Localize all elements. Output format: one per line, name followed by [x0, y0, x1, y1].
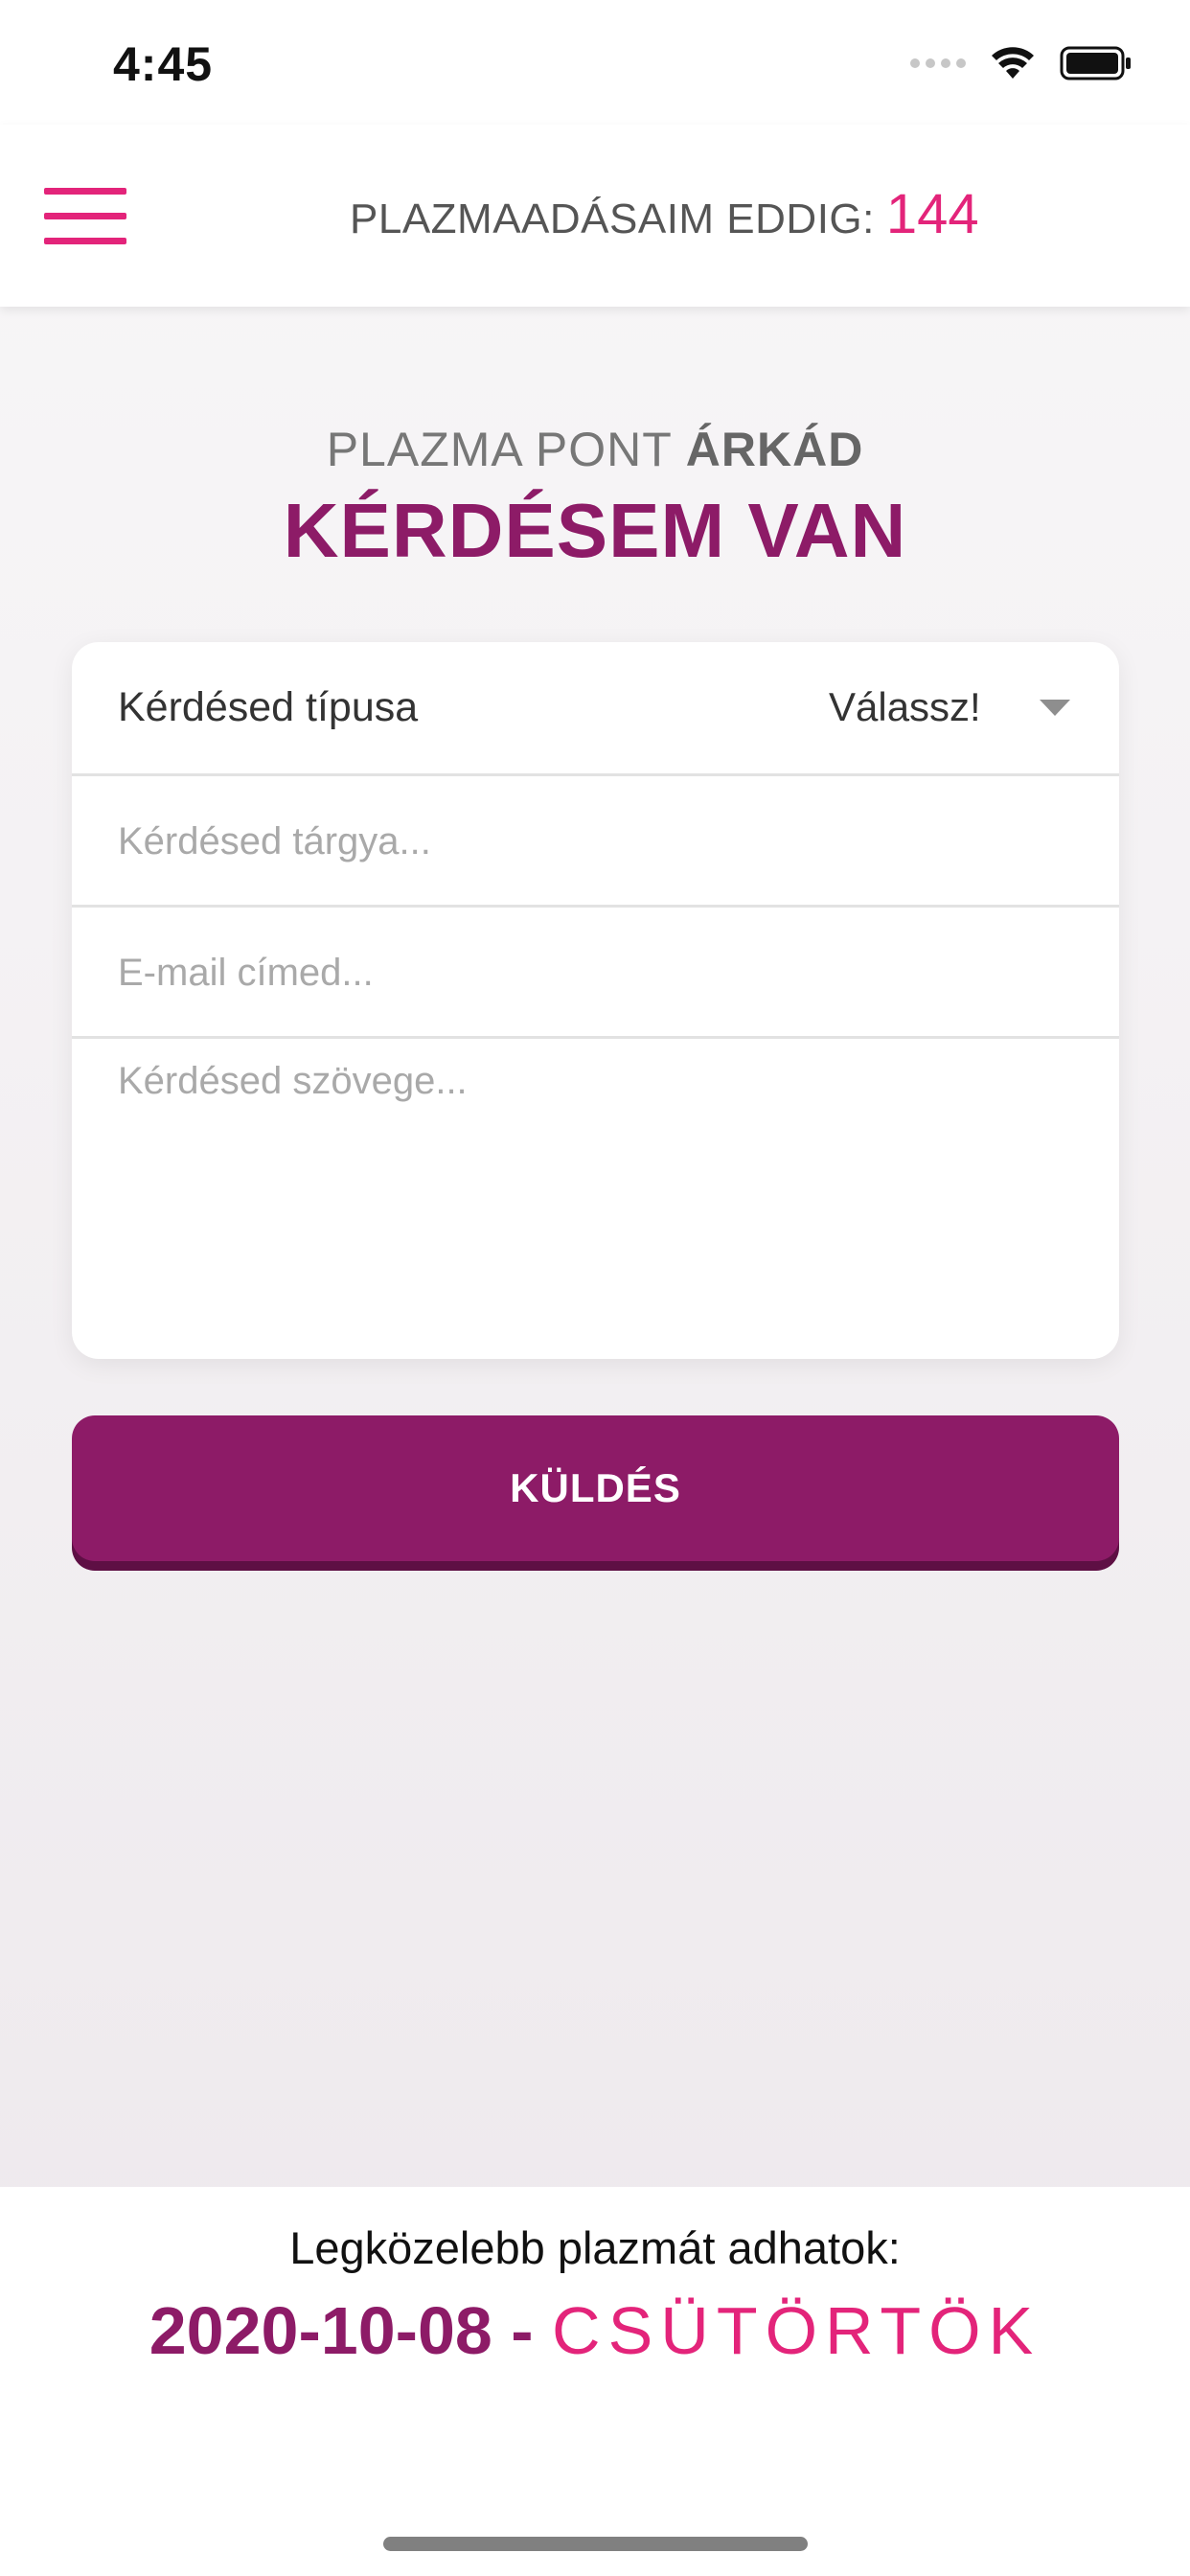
location-prefix: PLAZMA PONT [326, 423, 672, 476]
donations-label: PLAZMAADÁSAIM EDDIG: [350, 196, 875, 242]
hamburger-menu-icon[interactable] [44, 188, 126, 245]
donations-counter: PLAZMAADÁSAIM EDDIG: 144 [350, 182, 979, 246]
send-button[interactable]: KÜLDÉS [72, 1415, 1119, 1561]
donations-count: 144 [885, 183, 979, 245]
question-type-label: Kérdésed típusa [118, 684, 419, 730]
email-row [72, 908, 1119, 1039]
next-donation-date-line: 2020-10-08 - CSÜTÖRTÖK [0, 2292, 1190, 2369]
chevron-down-icon [1040, 700, 1070, 716]
home-indicator[interactable] [383, 2537, 808, 2551]
question-type-select[interactable]: Kérdésed típusa Válassz! [72, 642, 1119, 776]
app-header: PLAZMAADÁSAIM EDDIG: 144 [0, 125, 1190, 307]
next-donation-weekday: CSÜTÖRTÖK [552, 2293, 1041, 2368]
question-type-value: Válassz! [829, 684, 981, 729]
next-donation-panel: Legközelebb plazmát adhatok: 2020-10-08 … [0, 2187, 1190, 2576]
status-bar: 4:45 [0, 0, 1190, 125]
message-textarea[interactable] [118, 1060, 1076, 1328]
next-donation-date: 2020-10-08 [149, 2293, 492, 2368]
subject-row [72, 776, 1119, 908]
next-donation-separator: - [511, 2293, 534, 2368]
page-title: KÉRDÉSEM VAN [283, 488, 907, 573]
status-icons [910, 44, 1133, 82]
status-time: 4:45 [113, 37, 214, 91]
battery-icon [1060, 46, 1131, 80]
page-heading: PLAZMA PONT ÁRKÁD KÉRDÉSEM VAN [0, 422, 1190, 575]
next-donation-label: Legközelebb plazmát adhatok: [289, 2222, 901, 2273]
question-form: Kérdésed típusa Válassz! [72, 642, 1119, 1359]
location-line: PLAZMA PONT ÁRKÁD [0, 422, 1190, 477]
cellular-signal-icon [910, 58, 966, 68]
subject-input[interactable] [118, 811, 1066, 872]
email-input[interactable] [118, 942, 1066, 1003]
location-name: ÁRKÁD [685, 423, 864, 476]
wifi-icon [992, 47, 1034, 79]
